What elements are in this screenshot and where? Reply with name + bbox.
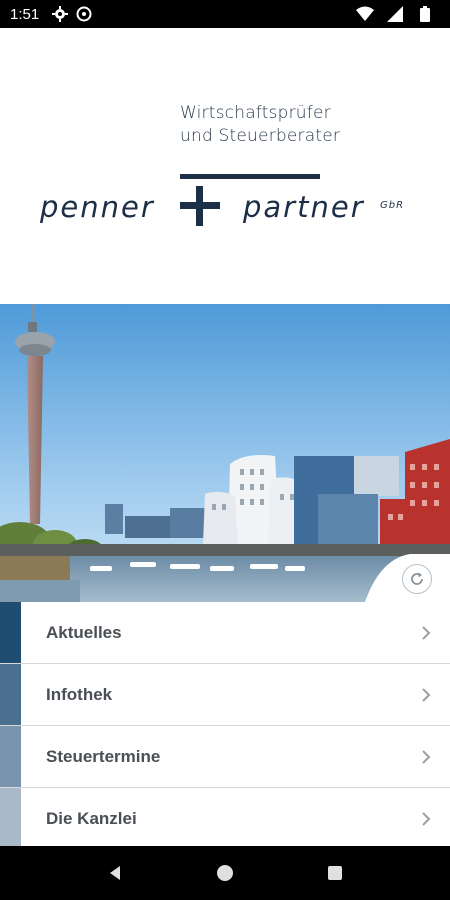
menu-item-label: Steuertermine (46, 746, 161, 766)
home-button[interactable] (205, 853, 245, 893)
menu-item-color-bar (0, 726, 21, 787)
chevron-right-icon (422, 625, 431, 640)
refresh-button[interactable] (402, 564, 432, 594)
logo-bar (180, 174, 320, 179)
signal-icon (386, 5, 404, 23)
logo-suffix: GbR (380, 200, 405, 211)
sync-icon (75, 5, 93, 23)
menu-item-aktuelles[interactable]: Aktuelles (0, 602, 450, 664)
battery-icon (416, 5, 434, 23)
menu-item-die-kanzlei[interactable]: Die Kanzlei (0, 788, 450, 850)
chevron-right-icon (422, 749, 431, 764)
status-bar: 1:51 (0, 0, 450, 28)
header-logo-area: Wirtschaftsprüfer und Steuerberater penn… (0, 28, 450, 304)
status-time: 1:51 (10, 5, 40, 23)
tagline-line-2: und Steuerberater (180, 126, 341, 146)
recents-button[interactable] (315, 853, 355, 893)
menu-item-color-bar (0, 602, 21, 663)
menu-item-infothek[interactable]: Infothek (0, 664, 450, 726)
skyline-illustration (0, 304, 450, 602)
menu-item-label: Infothek (46, 684, 113, 704)
wifi-icon (356, 5, 374, 23)
chevron-right-icon (422, 812, 431, 826)
chevron-right-icon (422, 687, 431, 702)
system-navigation-bar (0, 846, 450, 900)
menu-item-color-bar (0, 788, 21, 850)
tagline-line-1: Wirtschaftsprüfer (180, 103, 331, 123)
menu-item-steuertermine[interactable]: Steuertermine (0, 726, 450, 788)
home-icon (217, 865, 233, 881)
city-banner-image (0, 304, 450, 602)
recents-icon (328, 866, 342, 880)
menu-item-label: Aktuelles (46, 622, 122, 642)
back-icon (110, 866, 120, 880)
main-menu: Aktuelles Infothek Steuertermine Die Kan… (0, 602, 450, 850)
back-button[interactable] (95, 853, 135, 893)
logo-word-left: penner (40, 190, 155, 224)
tagline: Wirtschaftsprüfer und Steuerberater (180, 102, 340, 148)
settings-icon (51, 5, 69, 23)
logo-word-right: partner (243, 190, 365, 224)
menu-item-label: Die Kanzlei (46, 809, 137, 828)
menu-item-color-bar (0, 664, 21, 725)
logo-plus-vertical (196, 186, 203, 226)
refresh-icon (411, 572, 423, 585)
